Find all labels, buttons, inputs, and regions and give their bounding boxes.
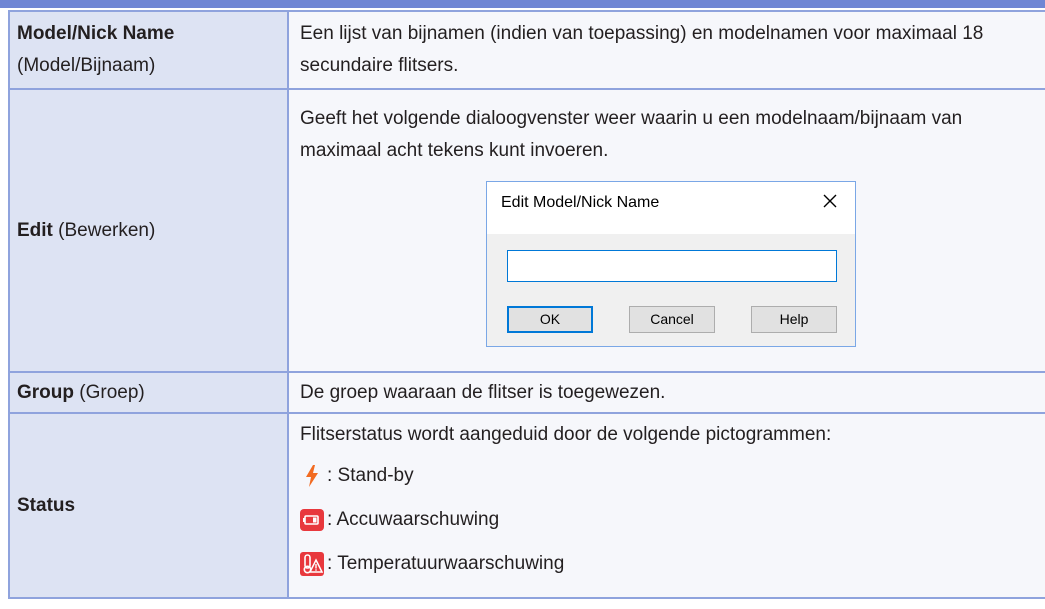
table-row-status: Status Flitserstatus wordt aangeduid doo…: [8, 412, 1045, 599]
status-intro: Flitserstatus wordt aangeduid door de vo…: [300, 424, 832, 445]
status-label-cell: Status: [8, 412, 289, 599]
model-label: Model/Nick Name: [17, 23, 175, 44]
dialog-title: Edit Model/Nick Name: [501, 193, 660, 211]
status-item-text: : Temperatuurwaarschuwing: [327, 553, 565, 574]
model-description: Een lijst van bijnamen (indien van toepa…: [300, 23, 984, 76]
nickname-input[interactable]: [507, 249, 837, 282]
model-label-cell: Model/Nick Name (Model/Bijnaam): [8, 10, 289, 90]
group-desc-cell: De groep waaraan de flitser is toegeweze…: [287, 371, 1045, 414]
top-rule: [0, 0, 1045, 8]
help-button[interactable]: Help: [751, 305, 837, 333]
edit-label: Edit: [17, 219, 53, 241]
table-row-group: Group (Groep) De groep waaraan de flitse…: [8, 371, 1045, 414]
status-item-text: : Stand-by: [327, 465, 414, 486]
group-label-translation: (Groep): [79, 381, 145, 403]
status-label: Status: [17, 494, 76, 516]
status-item-text: : Accuwaarschuwing: [327, 509, 500, 530]
battery-warning-icon: [300, 509, 324, 531]
cancel-button[interactable]: Cancel: [629, 305, 715, 333]
settings-table: Model/Nick Name (Model/Bijnaam) Een lijs…: [8, 10, 1045, 599]
close-icon[interactable]: [819, 190, 841, 212]
dialog-titlebar: Edit Model/Nick Name: [487, 181, 855, 234]
ok-button[interactable]: OK: [507, 305, 593, 333]
table-row-model: Model/Nick Name (Model/Bijnaam) Een lijs…: [8, 10, 1045, 90]
edit-nickname-dialog: Edit Model/Nick Name OK Cancel Help: [486, 180, 856, 347]
edit-description: Geeft het volgende dialoogvenster weer w…: [300, 107, 963, 161]
temperature-warning-icon: [300, 552, 324, 576]
status-item-battery: : Accuwaarschuwing: [300, 498, 1045, 542]
group-description: De groep waaraan de flitser is toegeweze…: [300, 381, 666, 403]
edit-label-translation: (Bewerken): [58, 219, 156, 241]
flash-standby-icon: [306, 465, 318, 487]
group-label-cell: Group (Groep): [8, 371, 289, 414]
status-item-standby: : Stand-by: [300, 454, 1045, 498]
edit-label-cell: Edit (Bewerken): [8, 88, 289, 373]
edit-desc-cell: Geeft het volgende dialoogvenster weer w…: [287, 88, 1045, 373]
group-label: Group: [17, 381, 74, 403]
status-desc-cell: Flitserstatus wordt aangeduid door de vo…: [287, 412, 1045, 599]
model-label-translation: (Model/Bijnaam): [17, 55, 156, 76]
status-item-temperature: : Temperatuurwaarschuwing: [300, 542, 1045, 586]
model-desc-cell: Een lijst van bijnamen (indien van toepa…: [287, 10, 1045, 90]
manual-page: Model/Nick Name (Model/Bijnaam) Een lijs…: [0, 0, 1045, 609]
table-row-edit: Edit (Bewerken) Geeft het volgende dialo…: [8, 88, 1045, 373]
